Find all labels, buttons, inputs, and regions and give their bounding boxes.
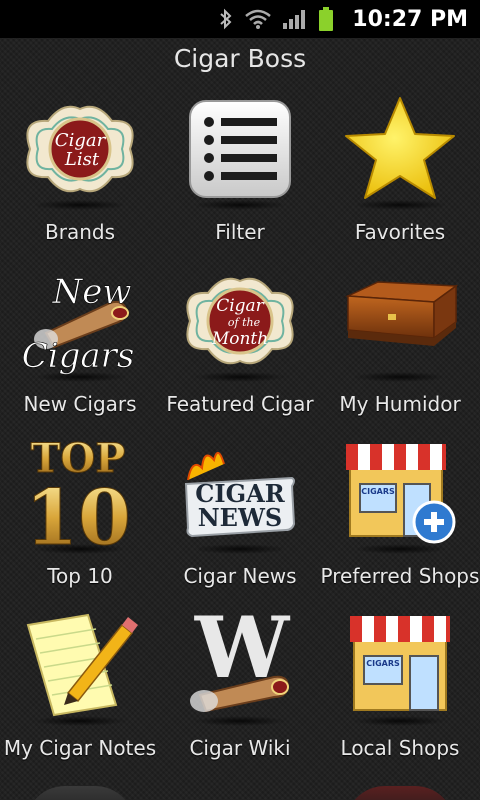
- bluetooth-icon: [220, 8, 232, 30]
- news-text-2: NEWS: [198, 503, 283, 532]
- wifi-icon: [245, 9, 272, 29]
- tile-filter[interactable]: Filter: [160, 88, 320, 260]
- tile-favorites[interactable]: Favorites: [320, 88, 480, 260]
- new-cigars-text-1: New: [52, 272, 132, 312]
- tile-label: New Cigars: [23, 392, 137, 416]
- tile-label: Favorites: [354, 220, 446, 244]
- tile-label: Preferred Shops: [320, 564, 480, 588]
- tile-top-10[interactable]: TOP 10 Top 10: [0, 432, 160, 604]
- tile-label: Top 10: [47, 564, 113, 588]
- app-title-bar: Cigar Boss: [0, 38, 480, 78]
- tile-brands[interactable]: Cigar List Brands: [0, 88, 160, 260]
- tile-label: My Humidor: [339, 392, 461, 416]
- brands-badge-text-1: Cigar: [55, 130, 107, 151]
- signal-icon: [283, 10, 306, 29]
- next-row-partial-tile: [345, 786, 455, 800]
- tile-label: Local Shops: [340, 736, 460, 760]
- humidor-box-icon: [335, 260, 465, 382]
- tile-label: Featured Cigar: [166, 392, 314, 416]
- wiki-cigar-icon: W: [175, 604, 305, 726]
- tile-label: Cigar Wiki: [189, 736, 291, 760]
- status-time: 10:27 PM: [352, 6, 468, 32]
- cigar-of-the-month-badge-icon: Cigar of the Month: [175, 260, 305, 382]
- top-10-text-number: 10: [25, 473, 131, 552]
- tile-featured-cigar[interactable]: Cigar of the Month Featured Cigar: [160, 260, 320, 432]
- tile-new-cigars[interactable]: New Cigars New Cigars: [0, 260, 160, 432]
- notepad-pencil-icon: [15, 604, 145, 726]
- status-bar: 10:27 PM: [0, 0, 480, 38]
- new-cigars-icon: New Cigars: [15, 260, 145, 382]
- app-title: Cigar Boss: [173, 43, 307, 73]
- tile-cigar-news[interactable]: CIGAR NEWS Cigar News: [160, 432, 320, 604]
- shop-plus-icon: CIGARS: [335, 432, 465, 554]
- tile-label: Brands: [45, 220, 115, 244]
- featured-badge-text-2: of the: [228, 316, 261, 329]
- top-10-icon: TOP 10: [15, 432, 145, 554]
- tile-my-humidor[interactable]: My Humidor: [320, 260, 480, 432]
- preferred-shop-sign: CIGARS: [361, 487, 395, 496]
- local-shop-sign: CIGARS: [366, 659, 400, 668]
- cigar-news-icon: CIGAR NEWS: [175, 432, 305, 554]
- filter-list-icon: [175, 88, 305, 210]
- shop-icon: CIGARS: [335, 604, 465, 726]
- tile-preferred-shops[interactable]: CIGARS Preferred Shops: [320, 432, 480, 604]
- star-icon: [335, 88, 465, 210]
- tile-cigar-wiki[interactable]: W Cigar Wiki: [160, 604, 320, 776]
- next-row-partial-tile: [25, 786, 135, 800]
- tile-my-cigar-notes[interactable]: My Cigar Notes: [0, 604, 160, 776]
- tile-local-shops[interactable]: CIGARS Local Shops: [320, 604, 480, 776]
- new-cigars-text-2: Cigars: [22, 336, 135, 376]
- tile-label: My Cigar Notes: [3, 736, 157, 760]
- cigar-list-badge-icon: Cigar List: [15, 88, 145, 210]
- battery-icon: [319, 7, 334, 31]
- menu-grid: Cigar List Brands Filter Favorites New C…: [0, 88, 480, 776]
- tile-label: Filter: [215, 220, 265, 244]
- brands-badge-text-2: List: [64, 149, 100, 170]
- featured-badge-text-1: Cigar: [216, 296, 264, 316]
- tile-label: Cigar News: [183, 564, 297, 588]
- featured-badge-text-3: Month: [211, 329, 268, 349]
